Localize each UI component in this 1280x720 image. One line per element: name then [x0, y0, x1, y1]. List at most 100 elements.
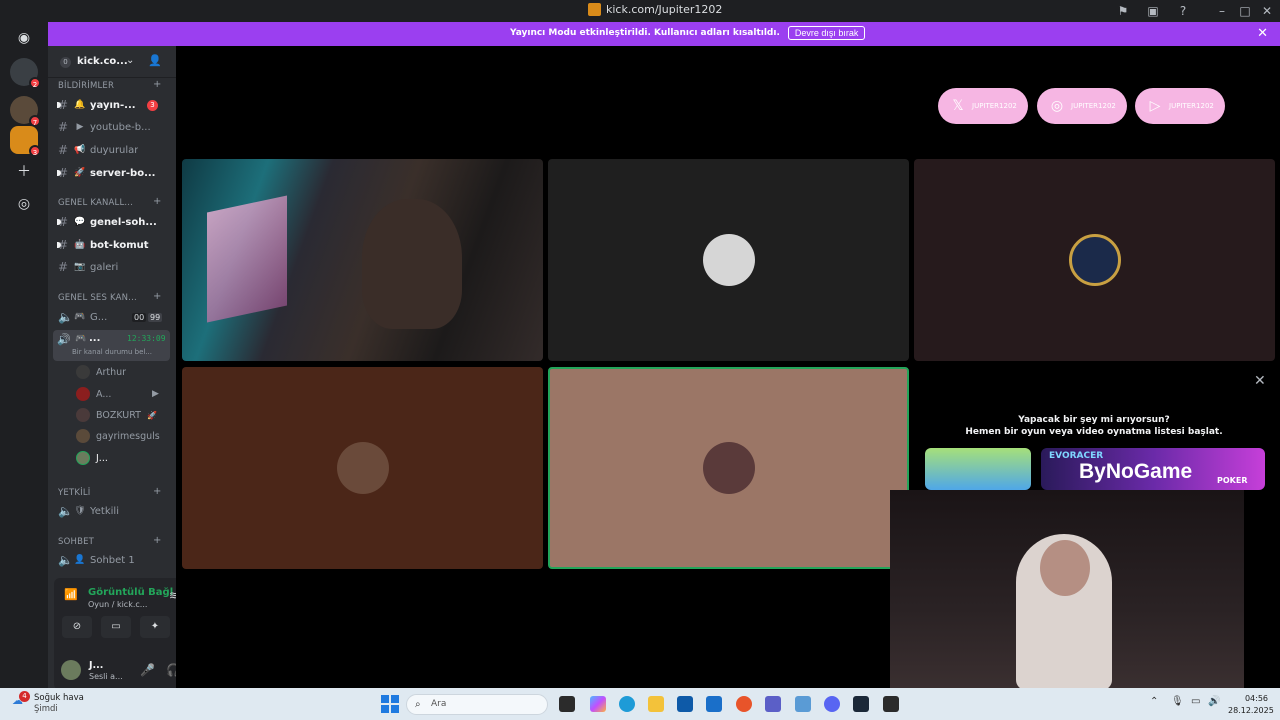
tray-volume-icon[interactable]: 🔊	[1208, 696, 1220, 707]
tray-display-icon[interactable]: ▭	[1191, 696, 1200, 707]
teams-icon[interactable]	[765, 696, 781, 712]
windows-start-icon[interactable]	[381, 695, 399, 713]
category-sohbet[interactable]: SOHBET	[58, 537, 94, 547]
voice-user[interactable]: BOZKURT 🚀	[76, 406, 157, 424]
tray-mic-icon[interactable]: 🎙	[1171, 696, 1184, 707]
camera-off-button[interactable]: ⊘	[62, 616, 92, 638]
channel-label: genel-soh...	[90, 216, 157, 228]
add-server-icon[interactable]: ＋	[14, 162, 34, 182]
server-header[interactable]: 0 kick.co... ⌄ 👤	[48, 46, 176, 78]
add-channel-icon[interactable]: +	[153, 79, 161, 90]
chevron-down-icon[interactable]: ⌄	[126, 55, 134, 66]
video-tile-user-3[interactable]	[914, 159, 1275, 361]
store-icon[interactable]	[677, 696, 693, 712]
server-icon-2[interactable]: 7	[10, 96, 41, 127]
voice-user[interactable]: Arthur	[76, 363, 126, 381]
video-tile-user-2[interactable]	[548, 159, 909, 361]
taskbar-clock[interactable]: 04:56 28.12.2025	[1228, 693, 1278, 717]
server-icon-1[interactable]: 2	[10, 58, 41, 89]
channel-label: G...	[90, 311, 108, 323]
pip-stream-video[interactable]	[890, 490, 1244, 690]
firefox-icon[interactable]	[736, 696, 752, 712]
maximize-icon[interactable]: □	[1237, 3, 1253, 19]
channel-server-bo[interactable]: # 🚀 server-bo...	[57, 164, 170, 182]
voice-user[interactable]: J...	[76, 449, 108, 467]
channel-yayin[interactable]: # 🔔 yayın-... 3	[57, 96, 170, 114]
tray-expand-icon[interactable]: ⌃	[1150, 696, 1158, 707]
channel-bot-komut[interactable]: # 🤖 bot-komut	[57, 236, 170, 254]
outlook-icon[interactable]	[706, 696, 722, 712]
user-name[interactable]: J...	[89, 660, 103, 671]
weather-text: Soğuk hava	[34, 693, 84, 703]
game-card-1[interactable]	[925, 448, 1031, 490]
channel-duyurular[interactable]: # 📢 duyurular	[58, 141, 170, 159]
add-channel-icon[interactable]: +	[153, 486, 161, 497]
call-timer: 12:33:09	[127, 334, 166, 343]
banner-close-icon[interactable]: ✕	[1257, 26, 1268, 41]
window-close-icon[interactable]: ✕	[1259, 3, 1275, 19]
voice-channel-g[interactable]: 🔈 🎮 G... 00 99	[58, 308, 170, 326]
discord-home-icon[interactable]: ◉	[14, 28, 34, 48]
add-channel-icon[interactable]: +	[153, 196, 161, 207]
video-tile-user-4[interactable]	[182, 367, 543, 569]
kick-app-icon[interactable]	[883, 696, 899, 712]
server-badge: 2	[29, 77, 41, 89]
settings-app-icon[interactable]	[795, 696, 811, 712]
voice-channel-yetkili[interactable]: 🔈 🛡 Yetkili	[58, 502, 170, 520]
invite-people-icon[interactable]: 👤	[148, 54, 162, 67]
weather-widget[interactable]: Soğuk hava Şimdi	[34, 693, 84, 715]
discover-icon[interactable]: ◎	[14, 194, 34, 214]
task-view-icon[interactable]	[559, 696, 575, 712]
rocket-icon: 🚀	[74, 168, 86, 178]
screen-share-button[interactable]: ▭	[101, 616, 131, 638]
minimize-icon[interactable]: –	[1214, 3, 1230, 19]
file-explorer-icon[interactable]	[648, 696, 664, 712]
game-card-bynogame[interactable]: EVORACER ByNoGame POKER	[1041, 448, 1265, 490]
category-genel-ses[interactable]: GENEL SES KAN...	[58, 293, 137, 303]
connection-signal-icon[interactable]: 📶	[64, 588, 78, 601]
voice-channel-sohbet1[interactable]: 🔈 👤 Sohbet 1	[58, 551, 170, 569]
edge-icon[interactable]	[619, 696, 635, 712]
voice-connected-subtitle[interactable]: Oyun / kick.c...	[88, 600, 147, 609]
channel-label: Sohbet 1	[90, 554, 135, 566]
social-handle: JUPITER1202	[972, 102, 1017, 110]
avatar	[336, 442, 389, 494]
help-icon[interactable]: ?	[1175, 3, 1191, 19]
inbox-icon[interactable]: ⚑	[1115, 3, 1131, 19]
social-youtube-button[interactable]: ▷ JUPITER1202	[1135, 88, 1225, 124]
discord-taskbar-icon[interactable]	[824, 696, 840, 712]
voice-user[interactable]: gayrimesguls	[76, 427, 160, 445]
speaker-icon: 🔈	[58, 553, 73, 567]
channel-galeri[interactable]: # 📷 galeri	[58, 258, 170, 276]
channel-genel-soh[interactable]: # 💬 genel-soh...	[57, 213, 170, 231]
add-channel-icon[interactable]: +	[153, 535, 161, 546]
screen-share-icon[interactable]: ▣	[1145, 3, 1161, 19]
video-tile-webcam[interactable]	[182, 159, 543, 361]
camera-icon: 📷	[74, 262, 86, 272]
video-tile-user-5-speaking[interactable]	[548, 367, 909, 569]
voice-channel-active[interactable]: 🔊 🎮 ... 12:33:09 Bir kanal durumu bel...	[53, 330, 170, 361]
voice-user-name: J...	[96, 452, 108, 464]
microphone-icon[interactable]: 🎤	[140, 663, 155, 677]
server-icon-kick[interactable]: 3	[10, 126, 41, 157]
avatar[interactable]	[61, 660, 81, 680]
taskbar-search-input[interactable]: ⌕ Ara	[406, 694, 548, 715]
game-title: ByNoGame	[1079, 460, 1193, 483]
activity-close-icon[interactable]: ✕	[1254, 373, 1266, 389]
text-channel-icon: #	[58, 260, 69, 274]
category-genel-kanal[interactable]: GENEL KANALL...	[58, 198, 133, 208]
activity-prompt-line1: Yapacak bir şey mi arıyorsun?	[1018, 415, 1170, 425]
copilot-icon[interactable]	[590, 696, 606, 712]
activities-button[interactable]: ✦	[140, 616, 170, 638]
channel-youtube[interactable]: # ▶ youtube-b...	[58, 118, 170, 136]
voice-user-name: A...	[96, 388, 112, 400]
social-x-button[interactable]: 𝕏 JUPITER1202	[938, 88, 1028, 124]
category-yetkili[interactable]: YETKİLİ	[58, 488, 90, 498]
category-bildirimler[interactable]: BİLDİRİMLER	[58, 81, 114, 91]
steam-icon[interactable]	[853, 696, 869, 712]
voice-user[interactable]: A... ▶	[76, 385, 159, 403]
kick-logo-icon	[588, 3, 601, 16]
add-channel-icon[interactable]: +	[153, 291, 161, 302]
disable-streamer-mode-button[interactable]: Devre dışı bırak	[787, 26, 866, 40]
social-instagram-button[interactable]: ◎ JUPITER1202	[1037, 88, 1127, 124]
